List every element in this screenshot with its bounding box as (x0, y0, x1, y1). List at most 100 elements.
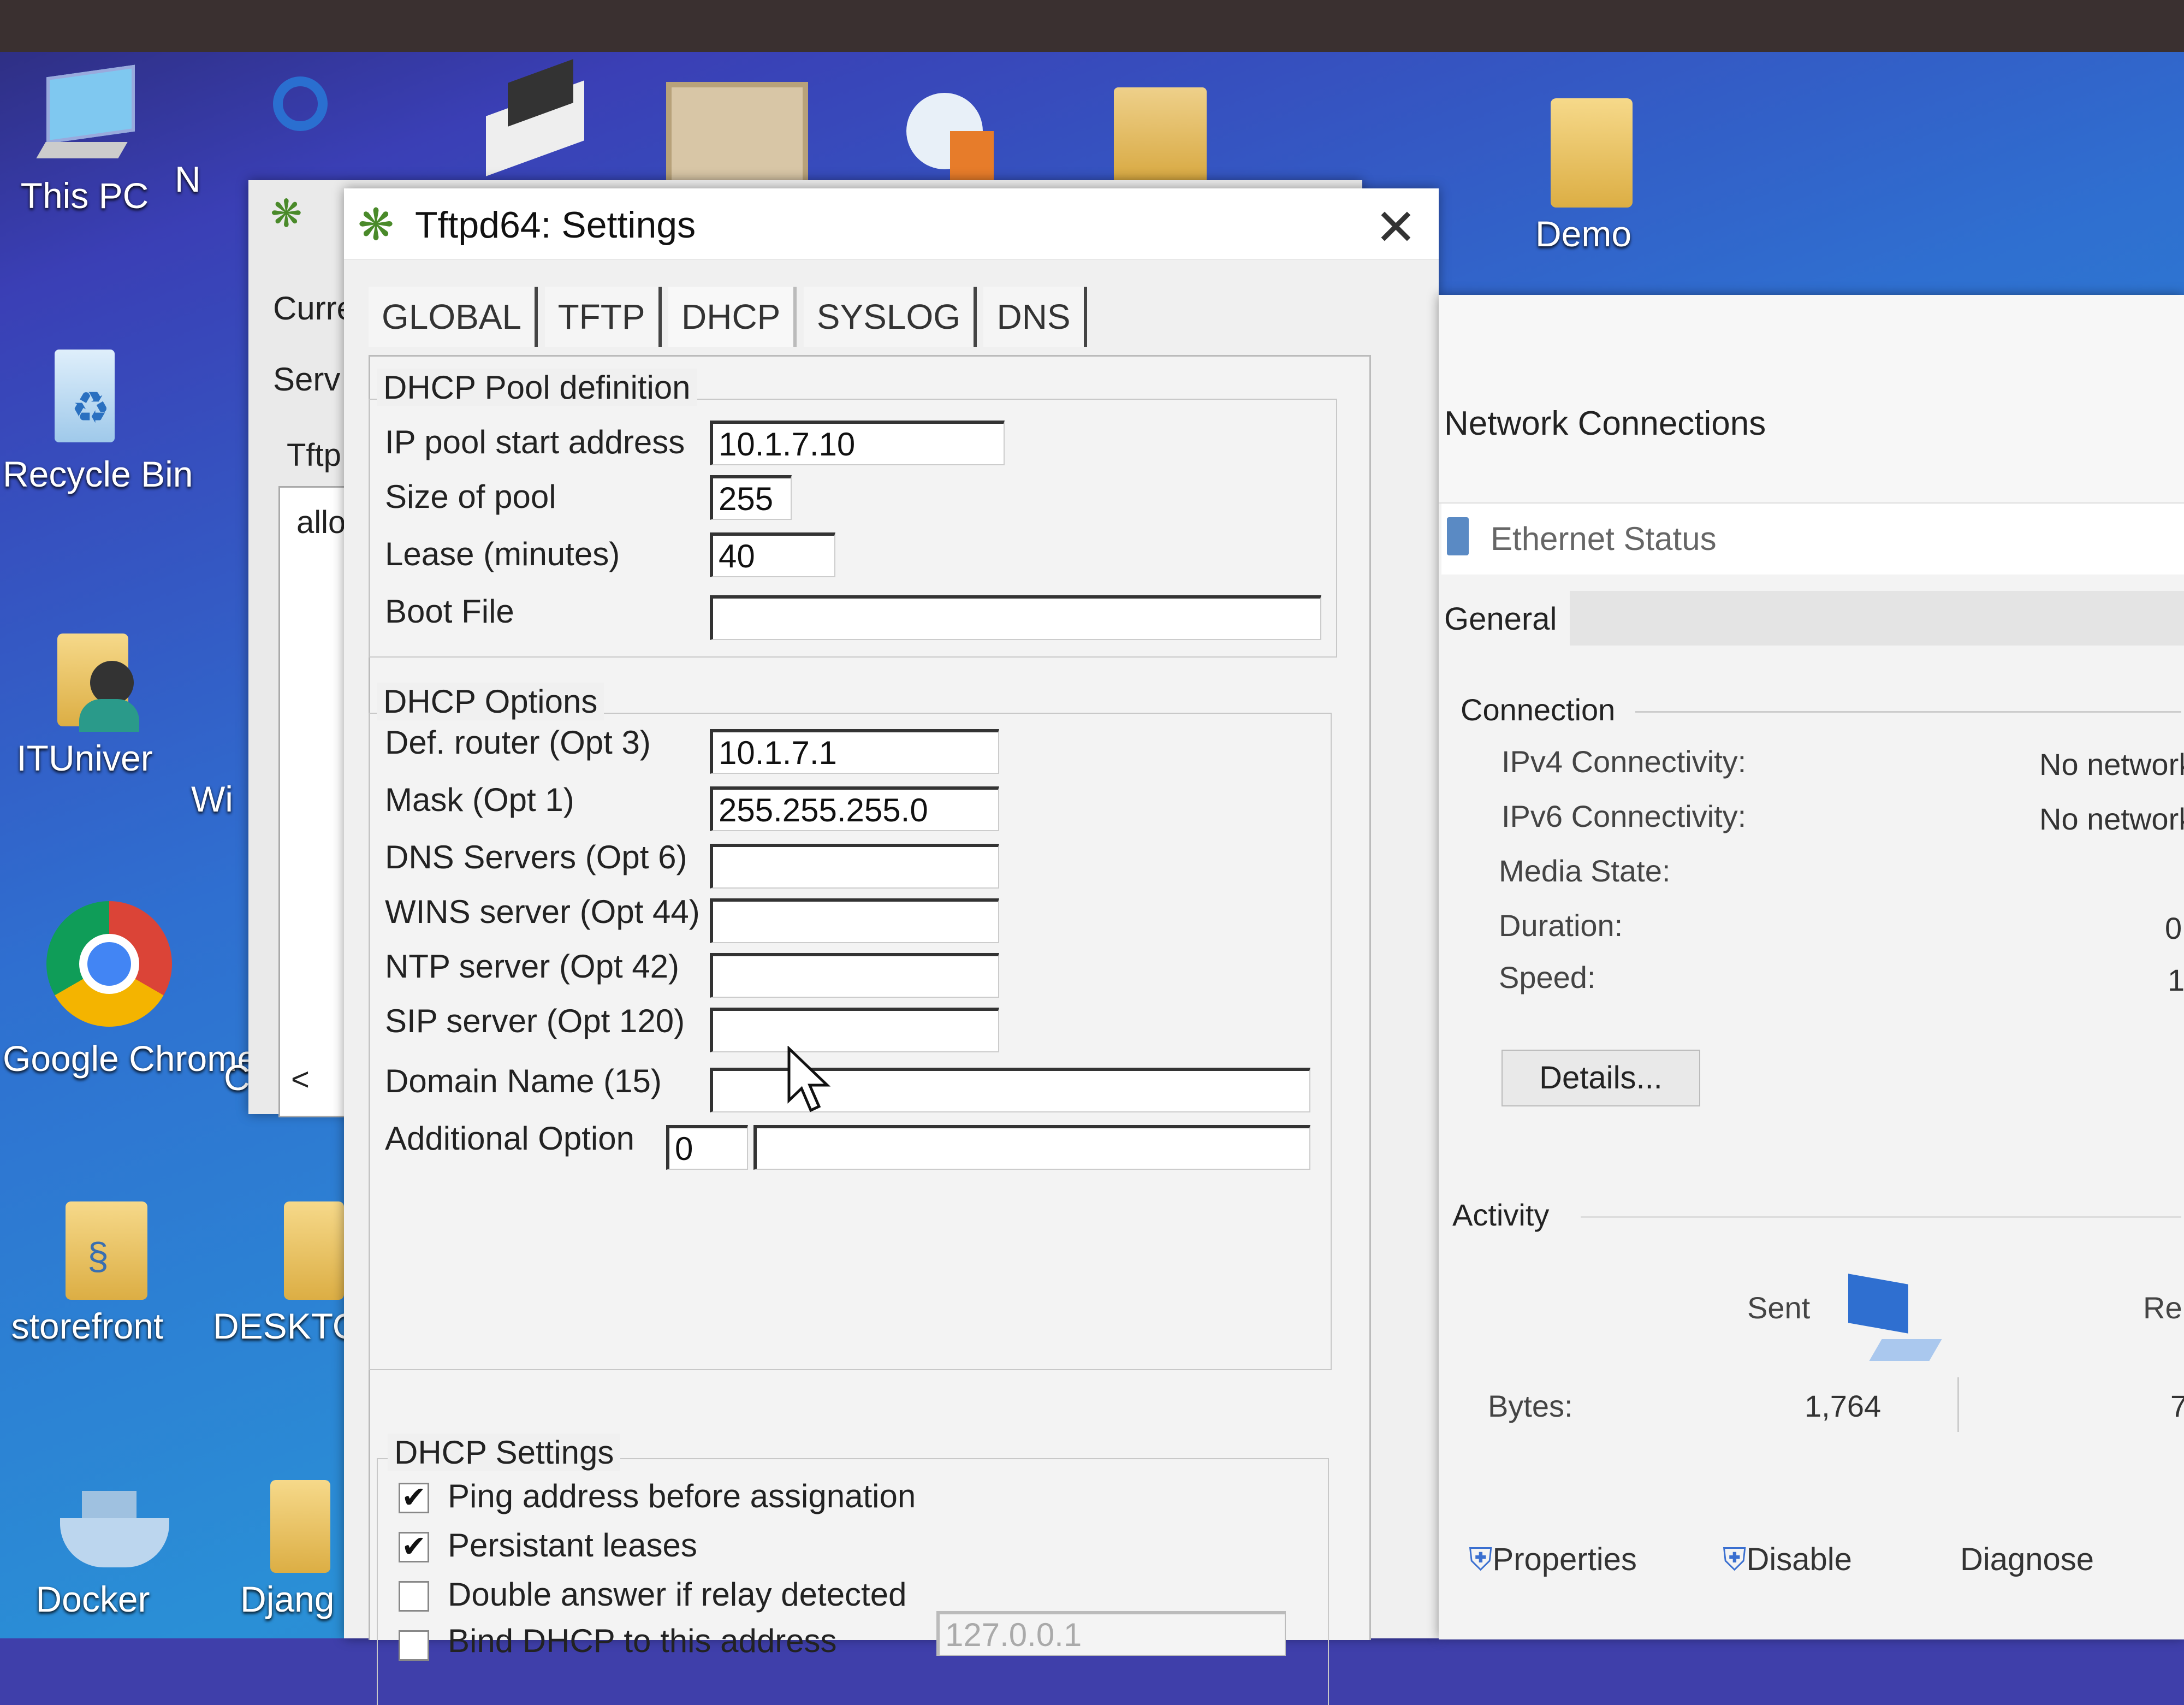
diagnose-button[interactable]: Diagnose (1960, 1541, 2094, 1578)
desktop-icon-label: Demo (1535, 214, 1632, 254)
tab-dns[interactable]: DNS (983, 287, 1087, 347)
folder-icon (1529, 98, 1638, 208)
mask-input[interactable] (710, 786, 999, 831)
docker-icon (38, 1485, 169, 1573)
wins-server-input[interactable] (710, 898, 999, 943)
ntp-server-input[interactable] (710, 953, 999, 998)
network-connections-window: Network Connections Ethernet Status Gene… (1439, 295, 2184, 1639)
ipv4-value: No network (2039, 747, 2184, 782)
duration-label: Duration: (1499, 908, 1623, 943)
desktop-icon-recycle-bin[interactable]: ♻ Recycle Bin (3, 344, 193, 495)
persistent-leases-checkbox[interactable]: ✔ (399, 1532, 429, 1562)
dns-servers-input[interactable] (710, 844, 999, 889)
tab-general[interactable]: General (1439, 591, 1570, 646)
details-button[interactable]: Details... (1502, 1050, 1700, 1106)
ipv6-label: IPv6 Connectivity: (1502, 799, 1747, 833)
shield-icon: ⛨ (1723, 1542, 1747, 1577)
scanner-icon[interactable] (470, 59, 590, 176)
dialog-title: Tftpd64: Settings (415, 204, 696, 246)
chrome-icon (30, 901, 172, 1027)
network-activity-icon (1837, 1274, 1942, 1361)
scroll-left-icon[interactable]: < (291, 1061, 310, 1098)
speed-value: 1 (2168, 963, 2184, 997)
tftpd-app-icon: ❋ (270, 192, 302, 235)
tab-tftp[interactable]: TFTP (544, 287, 662, 347)
settings-dialog: ❋ Tftpd64: Settings ✕ GLOBAL TFTP DHCP S… (344, 188, 1439, 1705)
tab-global[interactable]: GLOBAL (369, 287, 538, 347)
sent-label: Sent (1747, 1290, 1811, 1325)
persistent-leases-label[interactable]: Persistant leases (448, 1526, 697, 1564)
desktop-icon-desktop[interactable]: DESKTO (213, 1196, 360, 1347)
status-tabbar: General (1439, 591, 2184, 646)
bytes-label: Bytes: (1488, 1389, 1573, 1423)
additional-option-value-input[interactable] (753, 1125, 1310, 1170)
desktop-icon-ituniver[interactable]: ITUniver (3, 628, 167, 779)
desktop-icon-wi[interactable]: Wi (191, 773, 257, 820)
app-shortcut-icon[interactable] (262, 66, 339, 175)
additional-option-label: Additional Option (385, 1120, 634, 1157)
network-connections-title: Network Connections (1444, 405, 1766, 442)
ethernet-icon (1447, 517, 1469, 555)
desktop-icon-label: Docker (35, 1579, 150, 1619)
connection-header: Connection (1461, 692, 1616, 727)
desktop-icon-chrome[interactable]: Google Chrome (3, 901, 257, 1079)
current-directory-label: Curre (273, 290, 355, 327)
ipv4-label: IPv4 Connectivity: (1502, 744, 1747, 779)
additional-option-number-input[interactable] (666, 1125, 748, 1170)
lease-label: Lease (minutes) (385, 536, 620, 572)
bind-address-input[interactable] (936, 1611, 1286, 1656)
certificate-icon[interactable] (666, 82, 808, 186)
pool-size-input[interactable] (710, 475, 792, 520)
router-input[interactable] (710, 729, 999, 774)
ethernet-status-dialog: Ethernet Status General Connection IPv4 … (1439, 502, 2184, 1639)
settings-titlebar: ❋ Tftpd64: Settings ✕ (344, 188, 1439, 260)
boot-file-label: Boot File (385, 593, 514, 630)
section-divider (1635, 711, 2181, 713)
user-folder-icon (30, 628, 139, 732)
speed-label: Speed: (1499, 960, 1596, 994)
folder-icon (240, 1196, 344, 1300)
log-row: allo (296, 505, 346, 540)
desktop-icon-demo[interactable]: Demo (1502, 98, 1665, 254)
close-icon[interactable]: ✕ (1375, 198, 1417, 257)
desktop-icon-label: N (175, 159, 201, 199)
ping-checkbox[interactable]: ✔ (399, 1483, 429, 1513)
section-divider (1581, 1216, 2181, 1218)
desktop-icon-storefront[interactable]: § storefront (5, 1196, 169, 1347)
app-shield-icon[interactable] (895, 82, 1005, 180)
bind-address-label[interactable]: Bind DHCP to this address (448, 1622, 837, 1660)
tab-syslog[interactable]: SYSLOG (803, 287, 977, 347)
bytes-divider (1957, 1377, 1959, 1432)
boot-file-input[interactable] (710, 595, 1321, 640)
duration-value: 0 (2165, 911, 2182, 945)
double-answer-checkbox[interactable] (399, 1581, 429, 1612)
desktop-icon-label: This PC (20, 175, 149, 216)
computer-icon (30, 64, 139, 169)
pool-start-input[interactable] (710, 421, 1005, 465)
desktop-icon-label: Recycle Bin (3, 454, 193, 494)
double-answer-label[interactable]: Double answer if relay detected (448, 1576, 906, 1613)
received-label: Re (2143, 1290, 2182, 1325)
desktop-icon-django[interactable]: Djang (240, 1475, 349, 1620)
disable-button-label: Disable (1746, 1542, 1852, 1577)
desktop-icon-label: Wi (191, 779, 233, 819)
domain-name-label: Domain Name (15) (385, 1063, 662, 1099)
ping-label[interactable]: Ping address before assignation (448, 1477, 916, 1515)
lease-input[interactable] (710, 532, 835, 577)
disable-button[interactable]: ⛨Disable (1723, 1541, 1852, 1578)
desktop-icon-network[interactable]: N (175, 153, 257, 200)
desktop-icon-label: ITUniver (16, 738, 153, 778)
desktop-icon-docker[interactable]: Docker (11, 1485, 175, 1620)
wins-server-label: WINS server (Opt 44) (385, 893, 700, 930)
desktop-icon-label: Djang (240, 1579, 335, 1619)
tab-dhcp[interactable]: DHCP (668, 287, 797, 347)
bind-address-checkbox[interactable] (399, 1630, 429, 1661)
recycle-bin-icon: ♻ (30, 344, 139, 448)
music-folder-icon[interactable] (1114, 87, 1207, 186)
python-folder-icon: § (33, 1196, 147, 1300)
tab-tftp-server[interactable]: Tftp (287, 437, 341, 473)
bytes-sent-value: 1,764 (1805, 1389, 1882, 1423)
properties-button[interactable]: ⛨Properties (1469, 1541, 1637, 1578)
desktop-icon-this-pc[interactable]: This PC (3, 64, 167, 216)
sip-server-input[interactable] (710, 1008, 999, 1052)
